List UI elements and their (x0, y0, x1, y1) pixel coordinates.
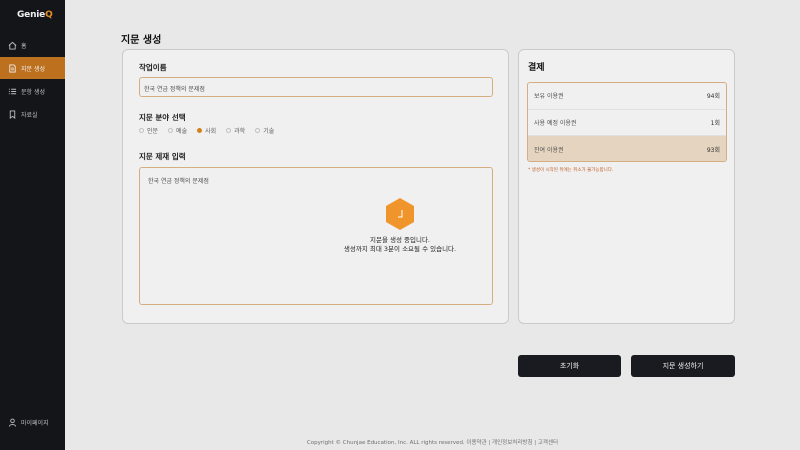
loading-line-2: 생성까지 최대 3분이 소요될 수 있습니다. (343, 245, 457, 253)
loading-line-1: 지문을 생성 중입니다. (369, 236, 431, 244)
hexagon-loader-icon (383, 197, 417, 231)
loading-message: 지문을 생성 중입니다. 생성까지 최대 3분이 소요될 수 있습니다. (300, 236, 500, 254)
